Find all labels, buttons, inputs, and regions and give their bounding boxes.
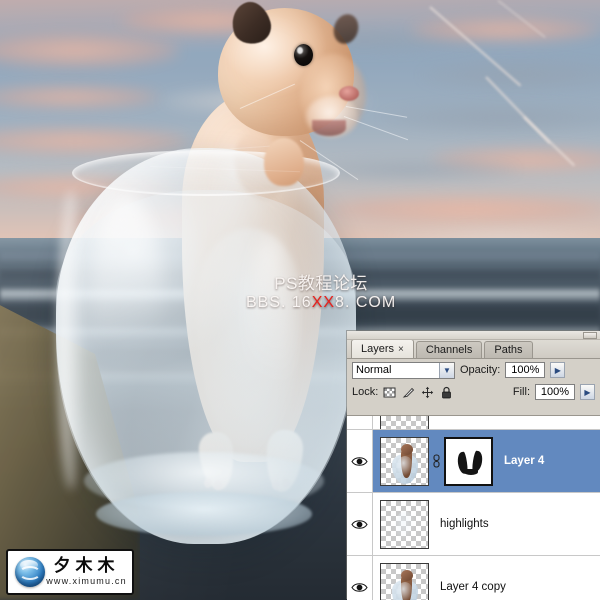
fill-label: Fill: <box>512 386 530 398</box>
tab-paths[interactable]: Paths <box>484 341 533 358</box>
panel-tab-strip: Layers × Channels Paths <box>347 339 600 359</box>
cloud <box>330 196 600 222</box>
eye-icon[interactable] <box>351 455 368 468</box>
tab-channels-label: Channels <box>425 344 473 356</box>
blue-orb-icon <box>15 557 45 587</box>
layer-mask-thumbnail[interactable] <box>444 436 493 486</box>
table-row[interactable]: Layer 4 copy <box>347 556 600 600</box>
panel-menu-icon[interactable] <box>583 332 597 339</box>
fill-input[interactable]: 100% <box>535 384 575 400</box>
screenshot-root: PS教程论坛 BBS. 16XX8. COM UiBQ.CoM 夕木木 www.… <box>0 0 600 600</box>
visibility-toggle[interactable] <box>347 430 373 492</box>
layer-name[interactable]: highlights <box>440 518 489 530</box>
lock-fill-row: Lock: Fill: 100% ▶ <box>347 381 600 403</box>
table-row[interactable]: Layer 4 <box>347 430 600 493</box>
visibility-toggle[interactable] <box>347 493 373 555</box>
layer-name[interactable]: Layer 4 copy <box>440 581 506 593</box>
hamster-nose <box>339 86 359 101</box>
fill-stepper[interactable]: ▶ <box>580 384 595 400</box>
layers-panel: Layers × Channels Paths Normal ▼ Opacity… <box>347 331 600 600</box>
layer-thumbnail[interactable] <box>380 499 429 549</box>
blend-mode-select[interactable]: Normal ▼ <box>352 361 455 379</box>
bowl-edge-highlight <box>58 190 84 490</box>
tab-layers[interactable]: Layers × <box>351 339 414 358</box>
visibility-toggle[interactable] <box>347 556 373 600</box>
lock-label: Lock: <box>352 386 379 398</box>
hamster-paw <box>264 138 304 186</box>
panel-title-bar[interactable] <box>347 331 600 340</box>
tab-paths-label: Paths <box>494 344 523 356</box>
orb-swirl-icon <box>19 565 41 580</box>
logo-characters: 夕木木 <box>53 555 120 576</box>
bowl-highlight <box>246 236 292 446</box>
layer-thumbnail[interactable] <box>380 436 429 486</box>
table-row[interactable] <box>347 416 600 430</box>
site-logo-box: 夕木木 www.ximumu.cn <box>6 549 134 595</box>
tab-channels[interactable]: Channels <box>415 341 483 358</box>
opacity-input[interactable]: 100% <box>505 362 546 378</box>
logo-url: www.ximumu.cn <box>46 576 127 587</box>
table-row[interactable]: highlights <box>347 493 600 556</box>
layer-name[interactable]: Layer 4 <box>504 455 544 467</box>
visibility-toggle[interactable] <box>347 416 373 429</box>
layers-list[interactable]: Layer 4 highlights Layer 4 copy <box>347 415 600 600</box>
bowl-highlight <box>92 196 162 386</box>
link-icon[interactable] <box>431 454 442 468</box>
logo-text-group: 夕木木 www.ximumu.cn <box>45 555 132 587</box>
hamster-eye-glint <box>297 47 303 54</box>
eye-icon[interactable] <box>351 581 368 594</box>
tab-layers-label: Layers <box>361 343 395 355</box>
layer-thumbnail[interactable] <box>380 416 429 429</box>
lock-image-icon[interactable] <box>402 386 415 399</box>
bowl-base <box>96 492 312 536</box>
lock-transparency-icon[interactable] <box>383 386 396 399</box>
cloud <box>410 18 600 42</box>
opacity-label: Opacity: <box>460 364 501 376</box>
hamster-mouth <box>312 120 346 136</box>
blend-mode-value: Normal <box>356 364 392 376</box>
lock-icon-group <box>383 386 453 399</box>
blend-opacity-row: Normal ▼ Opacity: 100% ▶ <box>347 359 600 381</box>
opacity-stepper[interactable]: ▶ <box>550 362 566 378</box>
lock-position-icon[interactable] <box>421 386 434 399</box>
chevron-down-icon[interactable]: ▼ <box>439 362 454 378</box>
close-icon[interactable]: × <box>398 344 404 355</box>
layer-thumbnail[interactable] <box>380 562 429 600</box>
lock-all-icon[interactable] <box>440 386 453 399</box>
eye-icon[interactable] <box>351 518 368 531</box>
